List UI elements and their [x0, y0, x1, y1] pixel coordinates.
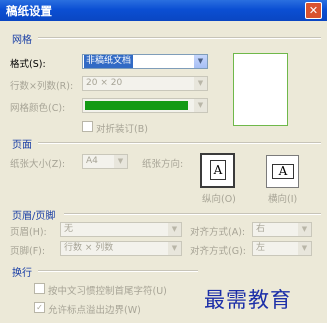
- chevron-down-icon[interactable]: ▼: [168, 242, 181, 255]
- section-header-footer-title: 页眉/页脚: [12, 211, 56, 222]
- section-wrap-title: 换行: [12, 268, 32, 279]
- close-button[interactable]: ✕: [305, 2, 322, 19]
- landscape-page-icon: A: [272, 164, 294, 179]
- cjk-control-checkbox[interactable]: [34, 283, 45, 294]
- header-value: 无: [64, 224, 74, 234]
- chevron-down-icon[interactable]: ▼: [114, 155, 127, 168]
- close-icon: ✕: [308, 4, 319, 17]
- window-title: 稿纸设置: [6, 4, 52, 18]
- chevron-down-icon[interactable]: ▼: [168, 223, 181, 236]
- format-value: 非稿纸文档: [84, 55, 134, 68]
- portrait-page-icon: A: [210, 160, 226, 180]
- grid-color-label: 网格颜色(C):: [10, 103, 66, 114]
- punct-overflow-checkbox[interactable]: ✓: [34, 302, 45, 313]
- chevron-down-icon[interactable]: ▼: [298, 242, 311, 255]
- rows-cols-value: 20 × 20: [86, 78, 123, 88]
- header-label: 页眉(H):: [10, 227, 47, 238]
- paper-size-select[interactable]: A4 ▼: [82, 154, 128, 169]
- color-swatch: [85, 101, 188, 110]
- paper-size-label: 纸张大小(Z):: [10, 159, 66, 170]
- rows-cols-select[interactable]: 20 × 20 ▼: [82, 76, 208, 91]
- punct-overflow-label: 允许标点溢出边界(W): [48, 305, 141, 316]
- chevron-down-icon[interactable]: ▼: [298, 223, 311, 236]
- chevron-down-icon[interactable]: ▼: [194, 99, 207, 112]
- footer-align-select[interactable]: 左 ▼: [252, 241, 312, 256]
- divider: [64, 213, 321, 215]
- header-align-select[interactable]: 右 ▼: [252, 222, 312, 237]
- watermark-text: 最需教育: [204, 288, 292, 312]
- fold-checkbox[interactable]: [82, 121, 93, 132]
- cjk-control-label: 按中文习惯控制首尾字符(U): [48, 286, 167, 297]
- grid-preview: [233, 53, 288, 126]
- grid-color-select[interactable]: ▼: [82, 98, 208, 113]
- divider: [38, 37, 321, 39]
- divider: [38, 142, 321, 144]
- title-bar: 稿纸设置 ✕: [0, 0, 327, 21]
- section-grid-title: 网格: [12, 35, 32, 46]
- header-align-value: 右: [256, 224, 266, 234]
- footer-label: 页脚(F):: [10, 246, 46, 257]
- paper-size-value: A4: [86, 156, 98, 166]
- chevron-down-icon[interactable]: ▼: [194, 77, 207, 90]
- orientation-label: 纸张方向:: [142, 159, 184, 170]
- format-label: 格式(S):: [10, 59, 46, 70]
- section-page-title: 页面: [12, 140, 32, 151]
- fold-label: 对折装订(B): [96, 124, 148, 135]
- footer-align-label: 对齐方式(G):: [190, 246, 246, 257]
- format-select[interactable]: 非稿纸文档 ▼: [82, 54, 208, 69]
- footer-select[interactable]: 行数 × 列数 ▼: [60, 241, 182, 256]
- header-select[interactable]: 无 ▼: [60, 222, 182, 237]
- header-align-label: 对齐方式(A):: [190, 227, 246, 238]
- portrait-label: 纵向(O): [202, 194, 236, 205]
- chevron-down-icon[interactable]: ▼: [194, 55, 207, 68]
- divider: [38, 270, 198, 272]
- landscape-label: 横向(I): [268, 194, 298, 205]
- footer-align-value: 左: [256, 243, 266, 253]
- footer-value: 行数 × 列数: [64, 243, 114, 253]
- rows-cols-label: 行数×列数(R):: [10, 81, 74, 92]
- landscape-button[interactable]: A: [266, 155, 299, 188]
- dialog-window: 稿纸设置 ✕ 网格 格式(S): 非稿纸文档 ▼ 行数×列数(R): 20 × …: [0, 0, 327, 323]
- portrait-button[interactable]: A: [200, 153, 235, 188]
